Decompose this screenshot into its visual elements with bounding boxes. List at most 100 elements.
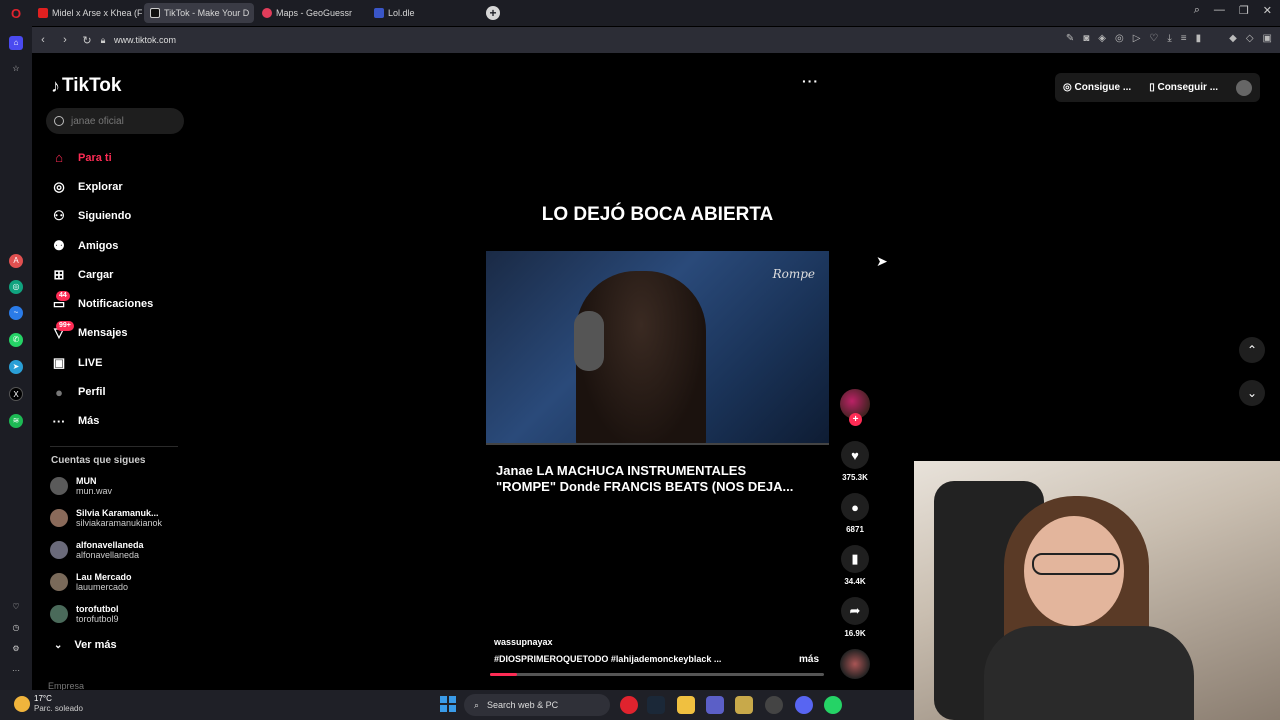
close-icon[interactable]: ✕ [1263,4,1272,17]
restore-icon[interactable]: ❐ [1239,4,1249,17]
spotify-icon[interactable]: ≋ [9,414,23,428]
more-sidebar-icon[interactable]: ··· [9,664,23,678]
search-input[interactable]: janae oficial [46,108,184,134]
tab-tiktok[interactable]: TikTok - Make Your D [144,3,254,23]
whatsapp-taskbar-icon[interactable] [824,696,842,714]
more-description-button[interactable]: más [799,654,819,665]
nav-label: Siguiendo [78,210,132,223]
like-button[interactable]: ♥ 375.3K [839,441,871,482]
history-icon[interactable]: ◷ [9,621,23,635]
heart-sidebar-icon[interactable]: ♡ [9,600,23,614]
taskbar-search[interactable]: ⌕ Search web & PC [464,694,610,716]
nav-siguiendo[interactable]: ⚇ Siguiendo [50,202,153,231]
tab-title: Maps - GeoGuessr [276,8,353,18]
user-avatar[interactable] [1236,79,1253,96]
video-progress-fill [490,673,517,676]
vpn-icon[interactable]: ◎ [1115,33,1124,44]
league-icon[interactable] [735,696,753,714]
opera-taskbar-icon[interactable] [620,696,638,714]
camera-icon[interactable]: ◙ [1083,33,1089,44]
telegram-icon[interactable]: ➤ [9,360,23,374]
star-icon[interactable]: ☆ [9,62,23,76]
nav-live[interactable]: ▣ LIVE [50,348,153,377]
following-account[interactable]: alfonavellaneda alfonavellaneda [50,537,200,563]
nav-para-ti[interactable]: ⌂ Para ti [50,143,153,172]
nav-cargar[interactable]: ⊞ Cargar [50,260,153,289]
video-author[interactable]: wassupnayax [494,637,553,647]
tiktok-logo[interactable]: ♪ TikTok [51,75,121,97]
get-coins-button[interactable]: ◎ Consigue ... [1063,82,1131,93]
video-progress-bar[interactable] [490,673,824,676]
url-field[interactable]: www.tiktok.com [114,35,176,45]
opera-logo-icon[interactable]: O [0,0,32,26]
following-account[interactable]: Lau Mercado lauumercado [50,569,200,595]
edit-icon[interactable]: ✎ [1066,33,1074,44]
tab-midel[interactable]: Midel x Arse x Khea (Ft. D [32,3,142,23]
tab-loldle[interactable]: Lol.dle [368,3,478,23]
nav-label: Notificaciones [78,298,154,311]
nav-mas[interactable]: ··· Más [50,407,153,436]
back-icon[interactable]: ‹ [32,34,54,46]
nav-perfil[interactable]: ● Perfil [50,377,153,406]
video-hashtags[interactable]: #DIOSPRIMEROQUETODO #lahijademonckeyblac… [494,654,721,664]
nav-explorar[interactable]: ◎ Explorar [50,172,153,201]
opera-sidebar: ⌂ ☆ A ◎ ~ ✆ ➤ X ≋ ♡ ◷ ⚙ ··· [0,26,32,690]
save-button[interactable]: ▮ 34.4K [839,545,871,586]
messenger-icon[interactable]: ~ [9,306,23,320]
tab-geoguessr[interactable]: Maps - GeoGuessr [256,3,366,23]
teams-icon[interactable] [706,696,724,714]
tab-title: Midel x Arse x Khea (Ft. D [52,8,142,18]
whatsapp-icon[interactable]: ✆ [9,333,23,347]
comment-button[interactable]: ● 6871 [839,493,871,534]
see-more-button[interactable]: ⌄ Ver más [54,639,117,651]
sun-icon [14,696,30,712]
windows-start-icon[interactable] [440,696,456,712]
previous-video-button[interactable]: ⌃ [1239,337,1265,363]
video-watermark: Rompe [772,267,815,281]
heart-icon[interactable]: ♡ [1149,33,1158,44]
account-name: Lau Mercado [76,571,132,582]
more-options-icon[interactable]: ··· [802,73,819,89]
creator-avatar[interactable]: + [839,389,871,426]
following-account[interactable]: MUN mun.wav [50,473,200,499]
follow-plus-icon[interactable]: + [849,413,862,426]
weather-widget[interactable]: 17°C Parc. soleado [14,694,83,714]
forward-icon[interactable]: › [54,34,76,46]
nav-notificaciones[interactable]: ▭ 44 Notificaciones [50,289,153,318]
box-icon[interactable]: ▣ [1263,33,1272,44]
nav-mensajes[interactable]: ▽ 99+ Mensajes [50,319,153,348]
following-account[interactable]: Silvia Karamanuk... silviakaramanukianok [50,505,200,531]
settings-taskbar-icon[interactable] [765,696,783,714]
following-account[interactable]: torofutbol torofutbol9 [50,601,200,627]
menu-icon[interactable]: ≡ [1181,33,1187,44]
x-icon[interactable]: X [9,387,23,401]
video-frame[interactable]: Rompe [486,251,829,443]
steam-icon[interactable] [647,696,665,714]
music-disc[interactable] [839,649,871,679]
profile-ext-icon[interactable]: ▮ [1196,33,1202,44]
wallet-icon[interactable]: ◆ [1229,33,1237,44]
home-sidebar-icon[interactable]: ⌂ [9,36,23,50]
get-app-button[interactable]: ▯ Conseguir ... [1149,82,1218,93]
window-controls: ⌕ — ❐ ✕ [1194,4,1272,17]
download-icon[interactable]: ⤓ [1167,33,1171,44]
settings-icon[interactable]: ⚙ [9,642,23,656]
aria-icon[interactable]: A [9,254,23,268]
search-tabs-icon[interactable]: ⌕ [1194,4,1200,17]
shield-icon[interactable]: ◈ [1098,33,1106,44]
share-button[interactable]: ➦ 16.9K [839,597,871,638]
file-explorer-icon[interactable] [677,696,695,714]
discord-icon[interactable] [795,696,813,714]
play-icon[interactable]: ▷ [1133,33,1141,44]
messages-badge: 99+ [56,320,74,331]
chatgpt-icon[interactable]: ◎ [9,280,23,294]
next-video-button[interactable]: ⌄ [1239,380,1265,406]
tiktok-note-icon: ♪ [51,75,60,96]
friends-icon: ⚉ [53,237,65,253]
minimize-icon[interactable]: — [1214,4,1225,17]
new-tab-button[interactable]: + [486,6,500,20]
nav-amigos[interactable]: ⚉ Amigos [50,231,153,260]
settings-ext-icon[interactable]: ◇ [1246,33,1254,44]
divider [50,446,178,447]
reload-icon[interactable]: ↻ [76,34,98,47]
